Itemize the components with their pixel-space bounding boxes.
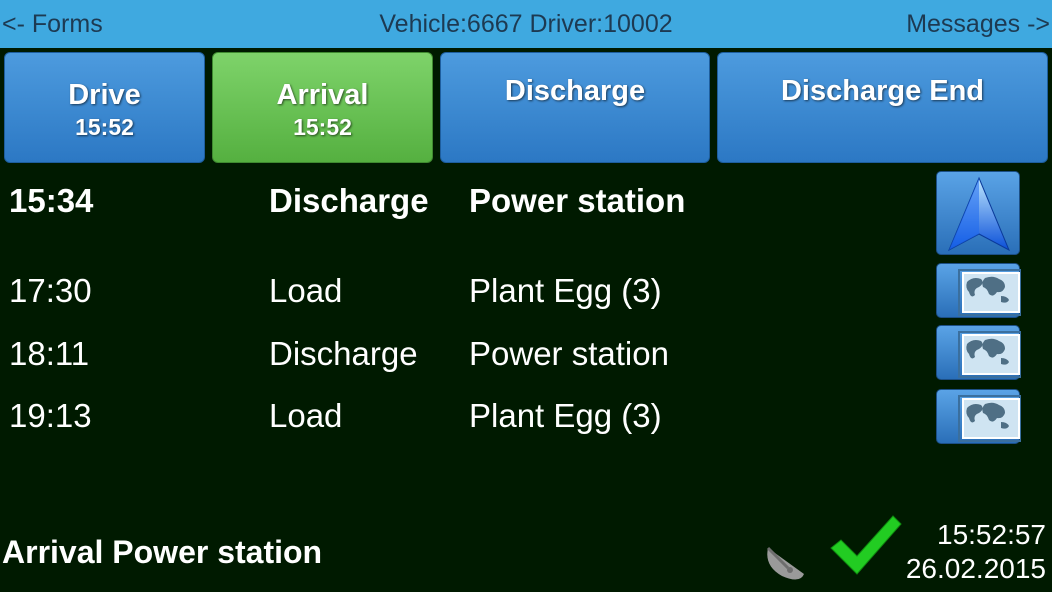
stop-time: 15:34 xyxy=(9,182,94,219)
stop-place: Power station xyxy=(469,335,669,372)
clock-date: 26.02.2015 xyxy=(905,553,1046,584)
stop-time: 19:13 xyxy=(9,397,92,434)
stop-time: 17:30 xyxy=(9,272,92,309)
stop-row[interactable]: 17:30 Load Plant Egg (3) xyxy=(0,272,930,322)
world-map-icon xyxy=(958,269,1021,316)
stop-type: Load xyxy=(269,272,343,309)
stop-place: Plant Egg (3) xyxy=(469,272,662,309)
tab-drive-label: Drive xyxy=(68,79,141,111)
tab-arrival-label: Arrival xyxy=(276,79,369,111)
stop-row[interactable]: 18:11 Discharge Power station xyxy=(0,335,930,385)
tab-discharge-end[interactable]: Discharge End xyxy=(717,52,1048,163)
stop-time: 18:11 xyxy=(9,335,90,372)
stop-row[interactable]: 15:34 Discharge Power station xyxy=(0,182,930,232)
tab-discharge-end-label: Discharge End xyxy=(780,75,985,107)
tab-arrival[interactable]: Arrival 15:52 xyxy=(212,52,433,163)
stop-type: Discharge xyxy=(269,182,429,219)
tab-drive[interactable]: Drive 15:52 xyxy=(4,52,205,163)
tab-drive-time: 15:52 xyxy=(75,114,134,140)
stop-row[interactable]: 19:13 Load Plant Egg (3) xyxy=(0,397,930,447)
map-button[interactable] xyxy=(936,263,1021,318)
map-button[interactable] xyxy=(936,325,1021,380)
world-map-icon xyxy=(958,331,1021,378)
tab-discharge[interactable]: Discharge xyxy=(440,52,710,163)
stop-place: Plant Egg (3) xyxy=(469,397,662,434)
vehicle-driver-title: Vehicle:6667 Driver:10002 xyxy=(379,10,673,38)
stop-type: Discharge xyxy=(269,335,418,372)
forms-link[interactable]: <- Forms xyxy=(2,10,103,39)
clock: 15:52:57 26.02.2015 xyxy=(906,518,1046,586)
navigate-button[interactable] xyxy=(936,171,1020,255)
world-map-icon xyxy=(958,395,1021,442)
messages-link[interactable]: Messages -> xyxy=(906,10,1050,39)
navigation-arrow-icon xyxy=(948,176,1010,252)
clock-time: 15:52:57 xyxy=(937,519,1046,550)
satellite-dish-icon xyxy=(762,538,806,587)
map-button[interactable] xyxy=(936,389,1021,444)
status-text: Arrival Power station xyxy=(2,534,323,570)
stop-type: Load xyxy=(269,397,343,434)
header-bar: Vehicle:6667 Driver:10002 <- Forms Messa… xyxy=(0,0,1052,48)
checkmark-icon xyxy=(827,514,903,585)
tab-discharge-label: Discharge xyxy=(504,75,646,107)
tab-arrival-time: 15:52 xyxy=(293,114,352,140)
stop-place: Power station xyxy=(469,182,686,219)
